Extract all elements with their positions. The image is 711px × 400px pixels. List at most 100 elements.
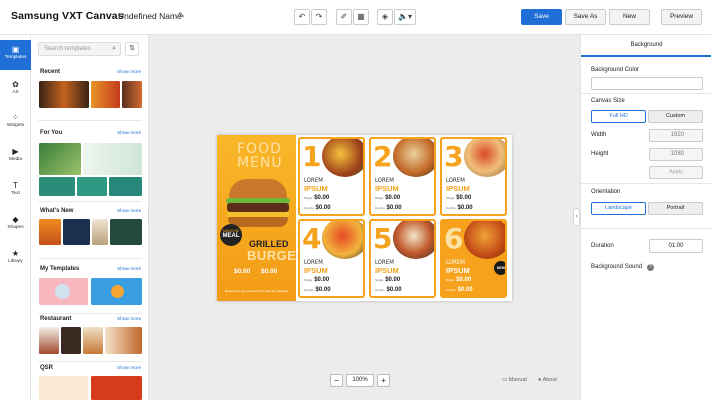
collapse-right-panel-button[interactable]: › — [573, 208, 580, 226]
layers-icon[interactable]: ◈ — [377, 9, 393, 25]
nav-text[interactable]: T Text — [0, 176, 31, 206]
featured-burger-panel[interactable]: FOOD MENU MUNCHIE MEAL GRILLED BURGER $0… — [217, 135, 306, 301]
item-title: LOREM — [304, 259, 323, 266]
template-thumbnail[interactable] — [110, 219, 142, 245]
nav-library[interactable]: ★ Library — [0, 244, 31, 274]
zoom-out-button[interactable]: − — [330, 374, 343, 387]
template-thumbnail[interactable] — [83, 327, 103, 354]
height-input[interactable]: 1080 — [649, 148, 703, 161]
template-thumbnail[interactable] — [83, 143, 142, 175]
search-icon[interactable]: ⌕ — [112, 45, 116, 53]
item-number: 6 — [444, 222, 464, 255]
single-price: Single $0.00 — [446, 195, 471, 201]
show-more-link[interactable]: Show more — [117, 209, 141, 214]
template-thumbnail[interactable] — [91, 376, 142, 400]
menu-item-card[interactable]: 5 LOREM IPSUM Single $0.00 Combo $0.00 — [369, 219, 436, 298]
background-color-field[interactable] — [591, 77, 703, 90]
filter-icon[interactable]: ⇅ — [125, 42, 139, 56]
nav-label: Library — [8, 259, 23, 264]
custom-button[interactable]: Custom — [648, 110, 703, 123]
single-value: $0.00 — [456, 277, 472, 283]
manual-label: Manual — [508, 377, 527, 383]
template-thumbnail[interactable] — [39, 327, 59, 354]
template-thumbnail[interactable] — [92, 219, 108, 245]
menu-item-card[interactable]: 3 LOREM IPSUM Single $0.00 Combo $0.00 — [440, 137, 507, 216]
duration-input[interactable]: 01:00 — [649, 239, 703, 253]
landscape-button[interactable]: Landscape — [591, 202, 646, 215]
template-thumbnail[interactable] — [39, 143, 81, 175]
food-image — [393, 139, 434, 177]
width-input[interactable]: 1920 — [649, 129, 703, 142]
library-icon: ★ — [11, 249, 20, 258]
single-value: $0.00 — [314, 277, 330, 283]
single-label: Single — [304, 278, 313, 282]
template-thumbnail[interactable] — [77, 177, 107, 196]
template-thumbnail[interactable] — [122, 81, 142, 108]
grid-icon[interactable]: ▦ — [353, 9, 369, 25]
show-more-link[interactable]: Show more — [117, 317, 141, 322]
top-bar: Samsung VXT Canvas Undefined Name ✎ ↶ ↷ … — [0, 0, 711, 35]
nav-media[interactable]: ▶ Media — [0, 142, 31, 172]
show-more-link[interactable]: Show more — [117, 366, 141, 371]
nav-shapes[interactable]: ◆ Shapes — [0, 210, 31, 240]
redo-icon[interactable]: ↷ — [311, 9, 327, 25]
edit-name-icon[interactable]: ✎ — [178, 11, 185, 20]
zoom-in-button[interactable]: + — [377, 374, 390, 387]
template-thumbnail[interactable] — [109, 177, 142, 196]
canvas-size-label: Canvas Size — [591, 98, 625, 104]
apply-button[interactable]: Apply — [649, 166, 703, 179]
template-thumbnail[interactable] — [61, 327, 81, 354]
food-image — [464, 221, 505, 259]
menu-item-card[interactable]: 6 NEW LOREM IPSUM Single $0.00 Combo $0.… — [440, 219, 507, 298]
template-thumbnail[interactable] — [39, 81, 89, 108]
nav-label: Shapes — [7, 225, 24, 230]
section-divider — [38, 120, 142, 121]
template-thumbnail[interactable] — [39, 376, 88, 400]
nav-templates[interactable]: ▣ Templates — [0, 40, 31, 70]
manual-link[interactable]: ▭ Manual — [502, 377, 527, 383]
new-badge: NEW — [494, 261, 505, 275]
preview-button[interactable]: Preview — [661, 9, 702, 25]
show-more-link[interactable]: Show more — [117, 267, 141, 272]
nav-label: Art — [12, 90, 19, 95]
nav-label: Templates — [4, 55, 27, 60]
show-more-link[interactable]: Show more — [117, 131, 141, 136]
search-input[interactable]: Search templates ⌕ — [38, 42, 121, 56]
template-thumbnail[interactable] — [39, 219, 61, 245]
undo-icon[interactable]: ↶ — [294, 9, 310, 25]
single-label: Single — [446, 278, 455, 282]
food-image — [393, 221, 434, 259]
ruler-icon[interactable]: ✐ — [336, 9, 352, 25]
template-thumbnail[interactable] — [91, 278, 142, 305]
template-thumbnail[interactable] — [63, 219, 90, 245]
combo-price: Combo $0.00 — [304, 287, 331, 293]
nav-art[interactable]: ✿ Art — [0, 75, 31, 105]
template-thumbnail[interactable] — [39, 278, 88, 305]
templates-icon: ▣ — [11, 45, 20, 54]
show-more-link[interactable]: Show more — [117, 70, 141, 75]
about-link[interactable]: ● About — [538, 377, 557, 383]
section-divider — [38, 258, 142, 259]
save-button[interactable]: Save — [521, 9, 562, 25]
save-as-button[interactable]: Save As — [565, 9, 606, 25]
nav-widgets[interactable]: ⁘ Widgets — [0, 108, 31, 138]
new-button[interactable]: New — [609, 9, 650, 25]
design-canvas[interactable]: FOOD MENU MUNCHIE MEAL GRILLED BURGER $0… — [217, 135, 512, 301]
document-name[interactable]: Undefined Name — [118, 11, 182, 21]
tab-background[interactable]: Background — [581, 35, 711, 57]
menu-item-card[interactable]: 1 LOREM IPSUM Single $0.00 Combo $0.00 — [298, 137, 365, 216]
info-icon: ● — [538, 377, 542, 383]
template-thumbnail[interactable] — [39, 177, 75, 196]
template-thumbnail[interactable] — [105, 327, 142, 354]
template-thumbnail[interactable] — [91, 81, 120, 108]
menu-item-card[interactable]: 2 LOREM IPSUM Single $0.00 Combo $0.00 — [369, 137, 436, 216]
menu-item-card[interactable]: 4 LOREM IPSUM Single $0.00 Combo $0.00 — [298, 219, 365, 298]
item-title: LOREM — [375, 177, 394, 184]
portrait-button[interactable]: Portrait — [648, 202, 703, 215]
full-hd-button[interactable]: Full HD — [591, 110, 646, 123]
zoom-level[interactable]: 100% — [346, 374, 374, 387]
help-icon[interactable]: ? — [646, 264, 654, 271]
item-number: 5 — [373, 222, 393, 255]
item-number: 1 — [302, 140, 322, 173]
volume-icon[interactable]: 🔈▾ — [394, 9, 416, 25]
